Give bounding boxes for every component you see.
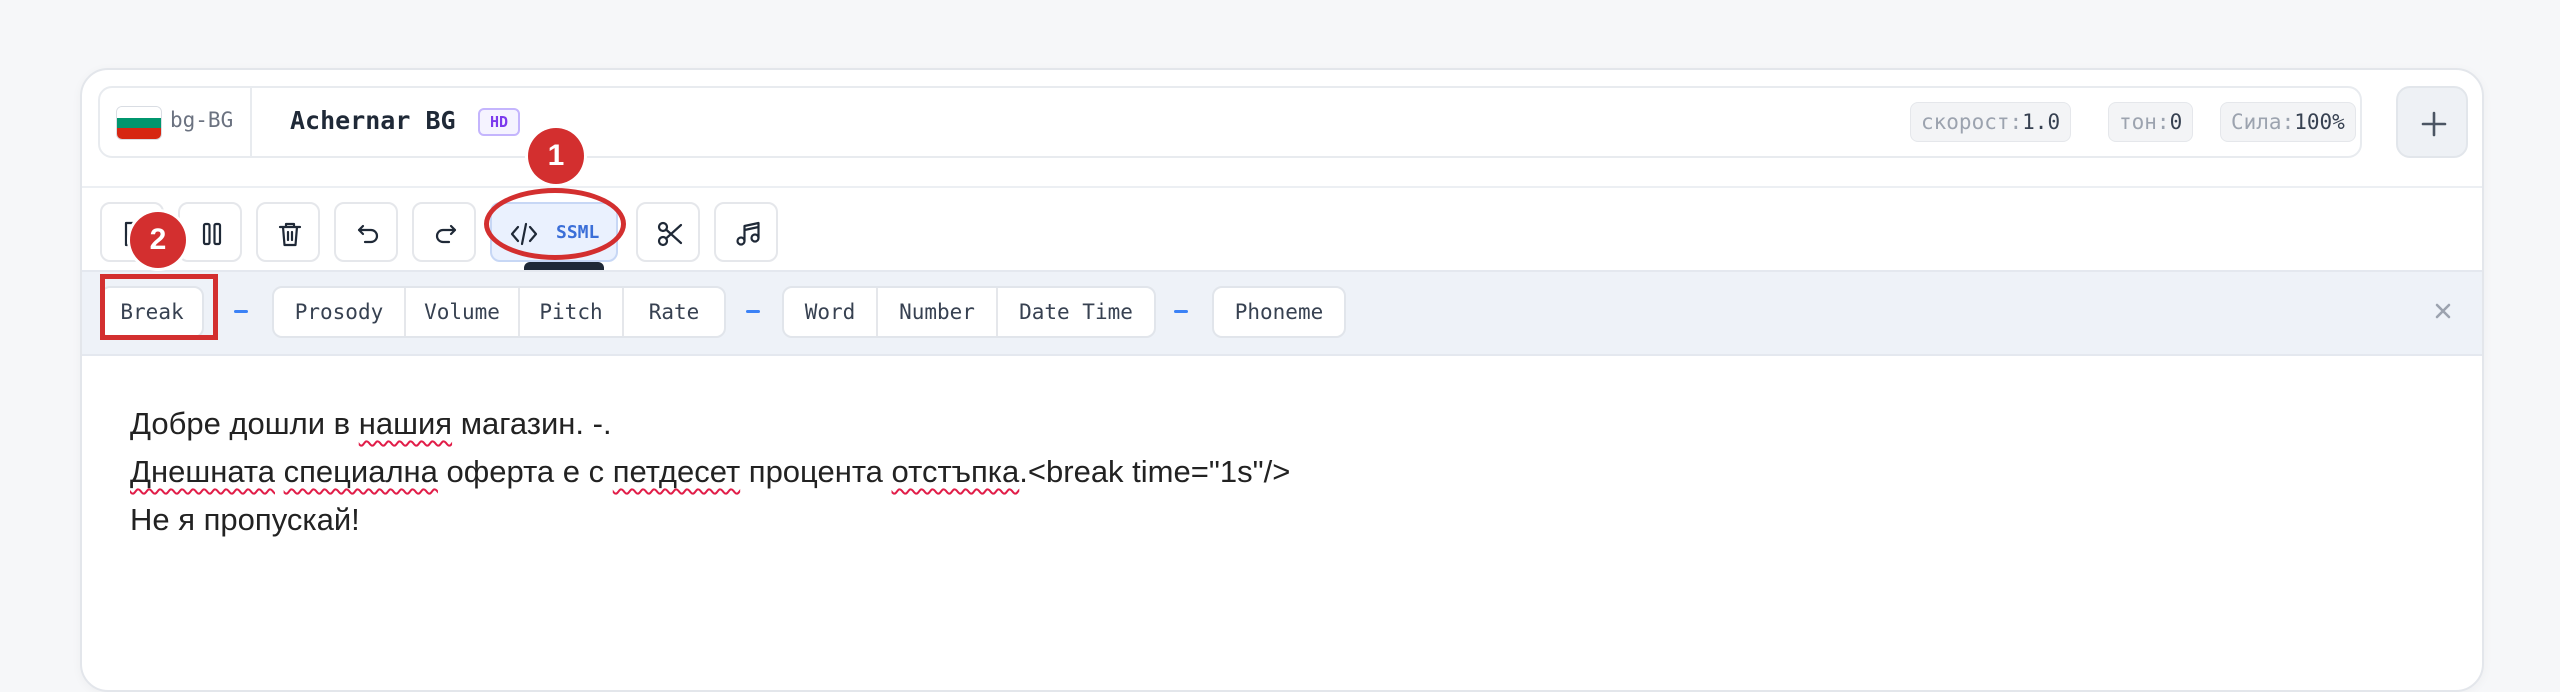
phoneme-tag-button[interactable]: Phoneme [1214, 288, 1344, 336]
annotation-rect-break [100, 274, 218, 340]
cut-button[interactable] [636, 202, 700, 262]
text-segment: .<break time="1s"/> [1019, 454, 1291, 489]
volume-param[interactable]: Сила:100% [2220, 102, 2356, 142]
editor-toolbar: SSML [82, 186, 2482, 302]
volume-label: Сила: [2231, 110, 2295, 134]
pitch-label: тон: [2119, 110, 2170, 134]
annotation-badge-2: 2 [130, 212, 186, 268]
volume-tag-button[interactable]: Volume [404, 288, 518, 336]
undo-button[interactable] [334, 202, 398, 262]
speed-value: 1.0 [2022, 110, 2061, 134]
plus-icon [2421, 111, 2447, 137]
editor-line: Добре дошли в нашия магазин. -. [130, 400, 2430, 448]
redo-icon [435, 224, 457, 244]
hd-badge: HD [478, 108, 520, 136]
pause-button[interactable] [178, 202, 242, 262]
annotation-badge-1: 1 [528, 128, 584, 184]
language-selector[interactable]: bg-BG [100, 88, 252, 156]
group-separator [1174, 310, 1188, 313]
misspelled-word: специална [283, 454, 438, 489]
delete-button[interactable] [256, 202, 320, 262]
text-segment: магазин. -. [452, 406, 612, 441]
misspelled-word: петдесет [612, 454, 741, 489]
speed-param[interactable]: скорост:1.0 [1910, 102, 2072, 142]
redo-button[interactable] [412, 202, 476, 262]
text-segment [275, 454, 284, 489]
phoneme-tag-group: Phoneme [1212, 286, 1346, 338]
group-separator [746, 310, 760, 313]
voice-name: Achernar BG [290, 106, 456, 135]
misspelled-word: отстъпка [891, 454, 1020, 489]
rate-tag-button[interactable]: Rate [622, 288, 724, 336]
tts-editor-card: bg-BG Achernar BG HD скорост:1.0 тон:0 С… [80, 68, 2484, 692]
prosody-tag-button[interactable]: Prosody [274, 288, 404, 336]
trash-icon [278, 222, 302, 247]
scissors-icon [657, 221, 683, 247]
number-tag-button[interactable]: Number [876, 288, 996, 336]
misspelled-word: Днешната [130, 454, 275, 489]
bulgaria-flag-icon [116, 106, 162, 140]
text-segment: оферта е с [437, 454, 613, 489]
music-button[interactable] [714, 202, 778, 262]
text-segment: Не я пропускай! [130, 502, 360, 537]
misspelled-word: нашия [358, 406, 453, 441]
voice-header[interactable]: bg-BG Achernar BG HD скорост:1.0 тон:0 С… [98, 86, 2362, 158]
ssml-tag-bar: Break Prosody Volume Pitch Rate Word Num… [82, 270, 2482, 356]
pause-icon [202, 222, 222, 246]
group-separator [234, 310, 248, 313]
pitch-param[interactable]: тон:0 [2108, 102, 2194, 142]
pitch-value: 0 [2169, 110, 2183, 134]
undo-icon [357, 224, 379, 244]
say-as-tag-group: Word Number Date Time [782, 286, 1156, 338]
music-note-icon [736, 221, 760, 246]
date-time-tag-button[interactable]: Date Time [996, 288, 1154, 336]
speed-label: скорост: [1921, 110, 2023, 134]
editor-line: Не я пропускай! [130, 496, 2430, 544]
word-tag-button[interactable]: Word [784, 288, 876, 336]
annotation-ellipse-ssml [484, 188, 626, 260]
ssml-text-editor[interactable]: Добре дошли в нашия магазин. -. Днешната… [130, 400, 2430, 544]
close-icon[interactable] [2434, 302, 2452, 320]
language-code: bg-BG [170, 108, 234, 132]
editor-line: Днешната специална оферта е с петдесет п… [130, 448, 2430, 496]
text-segment: процента [740, 454, 892, 489]
text-segment: Добре дошли в [130, 406, 359, 441]
volume-value: 100% [2294, 110, 2345, 134]
pitch-tag-button[interactable]: Pitch [518, 288, 622, 336]
prosody-tag-group: Prosody Volume Pitch Rate [272, 286, 726, 338]
add-voice-button[interactable] [2396, 86, 2468, 158]
